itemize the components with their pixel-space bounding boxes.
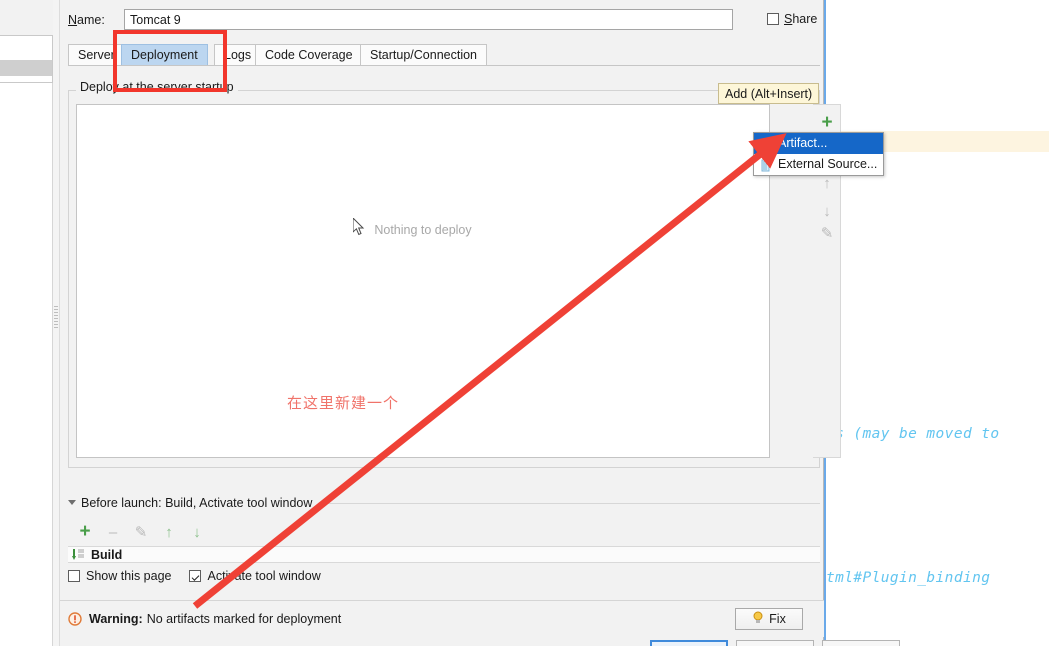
collapse-chevron-icon[interactable] bbox=[68, 500, 76, 505]
empty-list-message: Nothing to deploy bbox=[374, 223, 472, 237]
activate-tool-window-checkbox[interactable] bbox=[189, 570, 202, 582]
warning-icon bbox=[68, 612, 82, 626]
before-launch-add-icon[interactable]: + bbox=[74, 521, 96, 543]
edit-pencil-icon[interactable]: ✎ bbox=[817, 223, 837, 243]
editor-code-line-2: tml#Plugin_binding bbox=[826, 570, 991, 586]
configuration-tabs: Server Deployment Logs Code Coverage Sta… bbox=[68, 44, 820, 66]
share-checkbox[interactable]: Share bbox=[767, 12, 817, 26]
tab-code-coverage[interactable]: Code Coverage bbox=[255, 44, 363, 66]
warning-prefix: Warning: bbox=[89, 612, 143, 626]
tab-server[interactable]: Server bbox=[68, 44, 125, 66]
mouse-cursor bbox=[352, 216, 366, 240]
ide-editor-background bbox=[824, 0, 1049, 646]
warning-message: No artifacts marked for deployment bbox=[146, 612, 342, 626]
left-panel-selected-row[interactable] bbox=[0, 60, 52, 76]
activate-tool-window-label: Activate tool window bbox=[207, 569, 321, 583]
lightbulb-icon bbox=[752, 611, 764, 627]
before-launch-section: Before launch: Build, Activate tool wind… bbox=[68, 496, 820, 512]
before-launch-edit-icon[interactable]: ✎ bbox=[130, 521, 152, 543]
before-launch-move-up-icon[interactable]: ↑ bbox=[158, 521, 180, 543]
before-launch-row-build[interactable]: Build bbox=[68, 546, 820, 563]
run-debug-configurations-dialog: Name: Share Server Deployment Logs Code … bbox=[60, 0, 900, 646]
apply-button[interactable] bbox=[822, 640, 900, 646]
ok-button[interactable] bbox=[650, 640, 728, 646]
before-launch-title: Before launch: Build, Activate tool wind… bbox=[81, 496, 318, 510]
tab-deployment[interactable]: Deployment bbox=[121, 44, 208, 66]
fix-button[interactable]: Fix bbox=[735, 608, 803, 630]
move-up-icon[interactable]: ↑ bbox=[817, 173, 837, 193]
tab-startup-connection[interactable]: Startup/Connection bbox=[360, 44, 488, 66]
add-popup-menu: Artifact... External Source... bbox=[753, 132, 884, 176]
name-label: Name: bbox=[68, 13, 105, 27]
before-launch-header[interactable]: Before launch: Build, Activate tool wind… bbox=[68, 496, 820, 512]
warning-bar: Warning: No artifacts marked for deploym… bbox=[60, 601, 824, 637]
tabs-bottom-border bbox=[68, 65, 820, 66]
cancel-button[interactable] bbox=[736, 640, 814, 646]
name-input[interactable] bbox=[124, 9, 733, 30]
before-launch-build-label: Build bbox=[91, 547, 123, 562]
before-launch-remove-icon[interactable]: – bbox=[102, 521, 124, 543]
menu-item-external-source-label: External Source... bbox=[778, 157, 878, 171]
deployment-list[interactable]: Nothing to deploy 在这里新建一个 bbox=[76, 104, 770, 458]
artifact-icon bbox=[759, 137, 772, 150]
add-icon[interactable]: + bbox=[817, 112, 837, 133]
menu-item-artifact-label: Artifact... bbox=[778, 136, 828, 150]
before-launch-checkboxes: Show this page Activate tool window bbox=[68, 569, 321, 583]
before-launch-move-down-icon[interactable]: ↓ bbox=[186, 521, 208, 543]
show-this-page-checkbox[interactable] bbox=[68, 570, 80, 582]
build-icon bbox=[71, 548, 85, 561]
name-row: Name: Share bbox=[68, 9, 820, 31]
external-source-icon bbox=[759, 158, 772, 172]
before-launch-divider bbox=[318, 503, 820, 504]
add-button-tooltip: Add (Alt+Insert) bbox=[718, 83, 820, 104]
before-launch-toolbar: + – ✎ ↑ ↓ bbox=[68, 521, 268, 543]
fix-button-label: Fix bbox=[769, 612, 786, 626]
splitter-grip[interactable] bbox=[54, 306, 58, 328]
share-checkbox-box[interactable] bbox=[767, 13, 779, 25]
share-label: Share bbox=[784, 12, 818, 26]
editor-code-line-1: ts (may be moved to bbox=[826, 426, 1000, 442]
left-panel-body bbox=[0, 83, 53, 646]
move-down-icon[interactable]: ↓ bbox=[817, 201, 837, 221]
show-this-page-label: Show this page bbox=[86, 569, 172, 583]
deploy-group-title: Deploy at the server startup bbox=[76, 80, 238, 94]
annotation-chinese-note: 在这里新建一个 bbox=[287, 394, 400, 412]
menu-item-external-source[interactable]: External Source... bbox=[754, 154, 883, 175]
menu-item-artifact[interactable]: Artifact... bbox=[754, 133, 883, 154]
